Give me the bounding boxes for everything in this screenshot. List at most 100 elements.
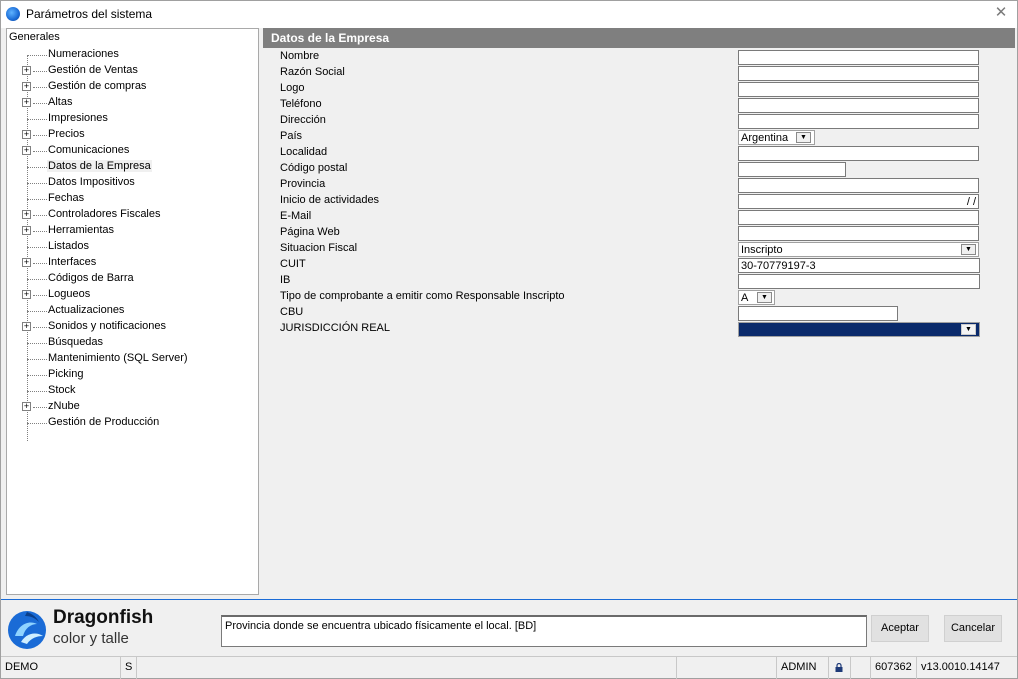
tree-connector-line [33, 263, 47, 264]
cuit-input[interactable]: 30-70779197-3 [738, 258, 980, 273]
tree-connector-line [27, 119, 47, 120]
ib-input[interactable] [738, 274, 980, 289]
tree-item[interactable]: Datos de la Empresa [7, 159, 257, 175]
expand-icon[interactable]: + [22, 98, 31, 107]
settings-tree: Generales Numeraciones + Gestión de Ventas… [6, 28, 259, 595]
dragonfish-logo-icon [8, 611, 46, 649]
tree-item[interactable]: Impresiones [7, 111, 257, 127]
expand-icon[interactable]: + [22, 82, 31, 91]
tree-connector-line [27, 279, 47, 280]
tree-item-label: zNube [48, 400, 80, 412]
tree-item[interactable]: + Precios [7, 127, 257, 143]
expand-icon[interactable]: + [22, 258, 31, 267]
label-email: E-Mail [280, 210, 312, 222]
tree-item[interactable]: Códigos de Barra [7, 271, 257, 287]
tree-item[interactable]: + Herramientas [7, 223, 257, 239]
status-mode: S [121, 657, 137, 679]
label-localidad: Localidad [280, 146, 328, 158]
tree-item[interactable]: Fechas [7, 191, 257, 207]
pais-select[interactable]: Argentina ▼ [738, 130, 815, 145]
situacion-fiscal-value: Inscripto [741, 244, 783, 256]
tree-item[interactable]: Numeraciones [7, 47, 257, 63]
tree-connector-line [33, 103, 47, 104]
pais-value: Argentina [741, 132, 789, 144]
tree-connector-line [33, 231, 47, 232]
tree-item[interactable]: + zNube [7, 399, 257, 415]
help-message: Provincia donde se encuentra ubicado fís… [221, 615, 867, 647]
tree-item[interactable]: Actualizaciones [7, 303, 257, 319]
tree-connector-line [33, 135, 47, 136]
expand-icon[interactable]: + [22, 226, 31, 235]
brand-subtitle: color y talle [53, 630, 129, 647]
tree-item[interactable]: Búsquedas [7, 335, 257, 351]
chevron-down-icon[interactable]: ▼ [961, 244, 976, 255]
tree-connector-line [27, 167, 47, 168]
label-situacion-fiscal: Situacion Fiscal [280, 242, 358, 254]
inicio-actividades-input[interactable]: / / [738, 194, 979, 209]
tree-item[interactable]: + Gestión de compras [7, 79, 257, 95]
tree-item-label: Gestión de Ventas [48, 64, 138, 76]
expand-icon[interactable]: + [22, 130, 31, 139]
chevron-down-icon[interactable]: ▼ [961, 324, 976, 335]
chevron-down-icon[interactable]: ▼ [796, 132, 811, 143]
expand-icon[interactable]: + [22, 290, 31, 299]
expand-icon[interactable]: + [22, 322, 31, 331]
tree-item[interactable]: + Logueos [7, 287, 257, 303]
razon-social-input[interactable] [738, 66, 979, 81]
tree-item-label: Actualizaciones [48, 304, 125, 316]
status-db: DEMO [1, 657, 121, 679]
tree-item-label: Comunicaciones [48, 144, 130, 156]
jurisdiccion-select[interactable]: ▼ [738, 322, 980, 337]
tree-item[interactable]: Stock [7, 383, 257, 399]
telefono-input[interactable] [738, 98, 979, 113]
expand-icon[interactable]: + [22, 66, 31, 75]
tipo-comprobante-value: A [741, 292, 749, 304]
cancel-button[interactable]: Cancelar [944, 615, 1002, 642]
chevron-down-icon[interactable]: ▼ [757, 292, 772, 303]
nombre-input[interactable] [738, 50, 979, 65]
tree-item-label: Numeraciones [48, 48, 119, 60]
tree-item[interactable]: Gestión de Producción [7, 415, 257, 431]
label-provincia: Provincia [280, 178, 326, 190]
pagina-web-input[interactable] [738, 226, 979, 241]
tree-connector-line [27, 375, 47, 376]
tree-item[interactable]: Mantenimiento (SQL Server) [7, 351, 257, 367]
status-empty-2 [677, 657, 777, 679]
tree-connector-line [33, 295, 47, 296]
tree-item[interactable]: + Controladores Fiscales [7, 207, 257, 223]
provincia-input[interactable] [738, 178, 979, 193]
tree-item-label: Fechas [48, 192, 85, 204]
tree-connector-line [33, 87, 47, 88]
email-input[interactable] [738, 210, 979, 225]
tree-item-label: Gestión de Producción [48, 416, 160, 428]
tipo-comprobante-select[interactable]: A ▼ [738, 290, 775, 305]
tree-root-generales[interactable]: Generales [9, 31, 60, 43]
expand-icon[interactable]: + [22, 402, 31, 411]
tree-connector-line [33, 215, 47, 216]
logo-input[interactable] [738, 82, 979, 97]
tree-item[interactable]: Listados [7, 239, 257, 255]
tree-item-label: Altas [48, 96, 73, 108]
tree-item[interactable]: Picking [7, 367, 257, 383]
expand-icon[interactable]: + [22, 146, 31, 155]
accept-button[interactable]: Aceptar [871, 615, 929, 642]
brand-name: Dragonfish [53, 607, 154, 628]
tree-item[interactable]: + Sonidos y notificaciones [7, 319, 257, 335]
codigo-postal-input[interactable] [738, 162, 846, 177]
tree-item[interactable]: + Interfaces [7, 255, 257, 271]
tree-item-label: Precios [48, 128, 85, 140]
close-icon[interactable]: ✕ [993, 5, 1009, 21]
tree-item-label: Herramientas [48, 224, 115, 236]
tree-connector-line [27, 391, 47, 392]
label-jurisdiccion: JURISDICCIÓN REAL [280, 322, 391, 334]
situacion-fiscal-select[interactable]: Inscripto ▼ [738, 242, 979, 257]
cbu-input[interactable] [738, 306, 898, 321]
tree-item[interactable]: Datos Impositivos [7, 175, 257, 191]
expand-icon[interactable]: + [22, 210, 31, 219]
tree-item[interactable]: + Altas [7, 95, 257, 111]
status-version: v13.0010.14147 [921, 661, 1000, 673]
direccion-input[interactable] [738, 114, 979, 129]
localidad-input[interactable] [738, 146, 979, 161]
tree-item[interactable]: + Gestión de Ventas [7, 63, 257, 79]
tree-item[interactable]: + Comunicaciones [7, 143, 257, 159]
